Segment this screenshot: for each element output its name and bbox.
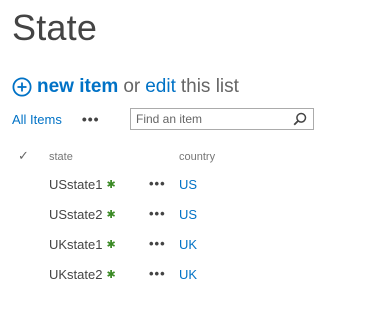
state-value[interactable]: USstate2: [49, 207, 102, 222]
this-list-text: this list: [180, 76, 239, 97]
new-item-link[interactable]: new item: [37, 76, 118, 98]
search-icon[interactable]: [293, 112, 307, 126]
or-text: or: [123, 76, 141, 97]
search-box: [130, 108, 314, 130]
view-more-ellipsis-button[interactable]: •••: [82, 111, 100, 127]
new-item-star-icon: ✱: [106, 239, 116, 251]
country-link[interactable]: US: [179, 207, 197, 222]
plus-circle-icon[interactable]: [12, 77, 32, 97]
row-menu-ellipsis-button[interactable]: •••: [149, 176, 166, 191]
row-menu-ellipsis-button[interactable]: •••: [149, 266, 166, 281]
view-all-items-link[interactable]: All Items: [12, 112, 62, 127]
country-link[interactable]: UK: [179, 267, 197, 282]
new-item-star-icon: ✱: [106, 209, 116, 221]
state-value[interactable]: UKstate2: [49, 267, 102, 282]
state-cell[interactable]: UKstate2 ✱: [49, 267, 116, 282]
state-cell[interactable]: USstate1 ✱: [49, 177, 116, 192]
new-item-star-icon: ✱: [106, 179, 116, 191]
state-cell[interactable]: UKstate1 ✱: [49, 237, 116, 252]
page-title: State: [12, 7, 98, 48]
column-header-country[interactable]: country: [179, 151, 215, 163]
row-menu-ellipsis-button[interactable]: •••: [149, 206, 166, 221]
search-input[interactable]: [131, 112, 291, 126]
view-selector: All Items •••: [12, 108, 100, 130]
row-menu-ellipsis-button[interactable]: •••: [149, 236, 166, 251]
state-value[interactable]: UKstate1: [49, 237, 102, 252]
state-value[interactable]: USstate1: [49, 177, 102, 192]
state-cell[interactable]: USstate2 ✱: [49, 207, 116, 222]
select-all-checkmark[interactable]: ✓: [18, 148, 29, 164]
new-item-action-line: new item or edit this list: [12, 74, 239, 100]
column-header-state[interactable]: state: [49, 151, 73, 163]
edit-list-link[interactable]: edit: [145, 76, 176, 98]
country-link[interactable]: US: [179, 177, 197, 192]
country-link[interactable]: UK: [179, 237, 197, 252]
new-item-star-icon: ✱: [106, 269, 116, 281]
